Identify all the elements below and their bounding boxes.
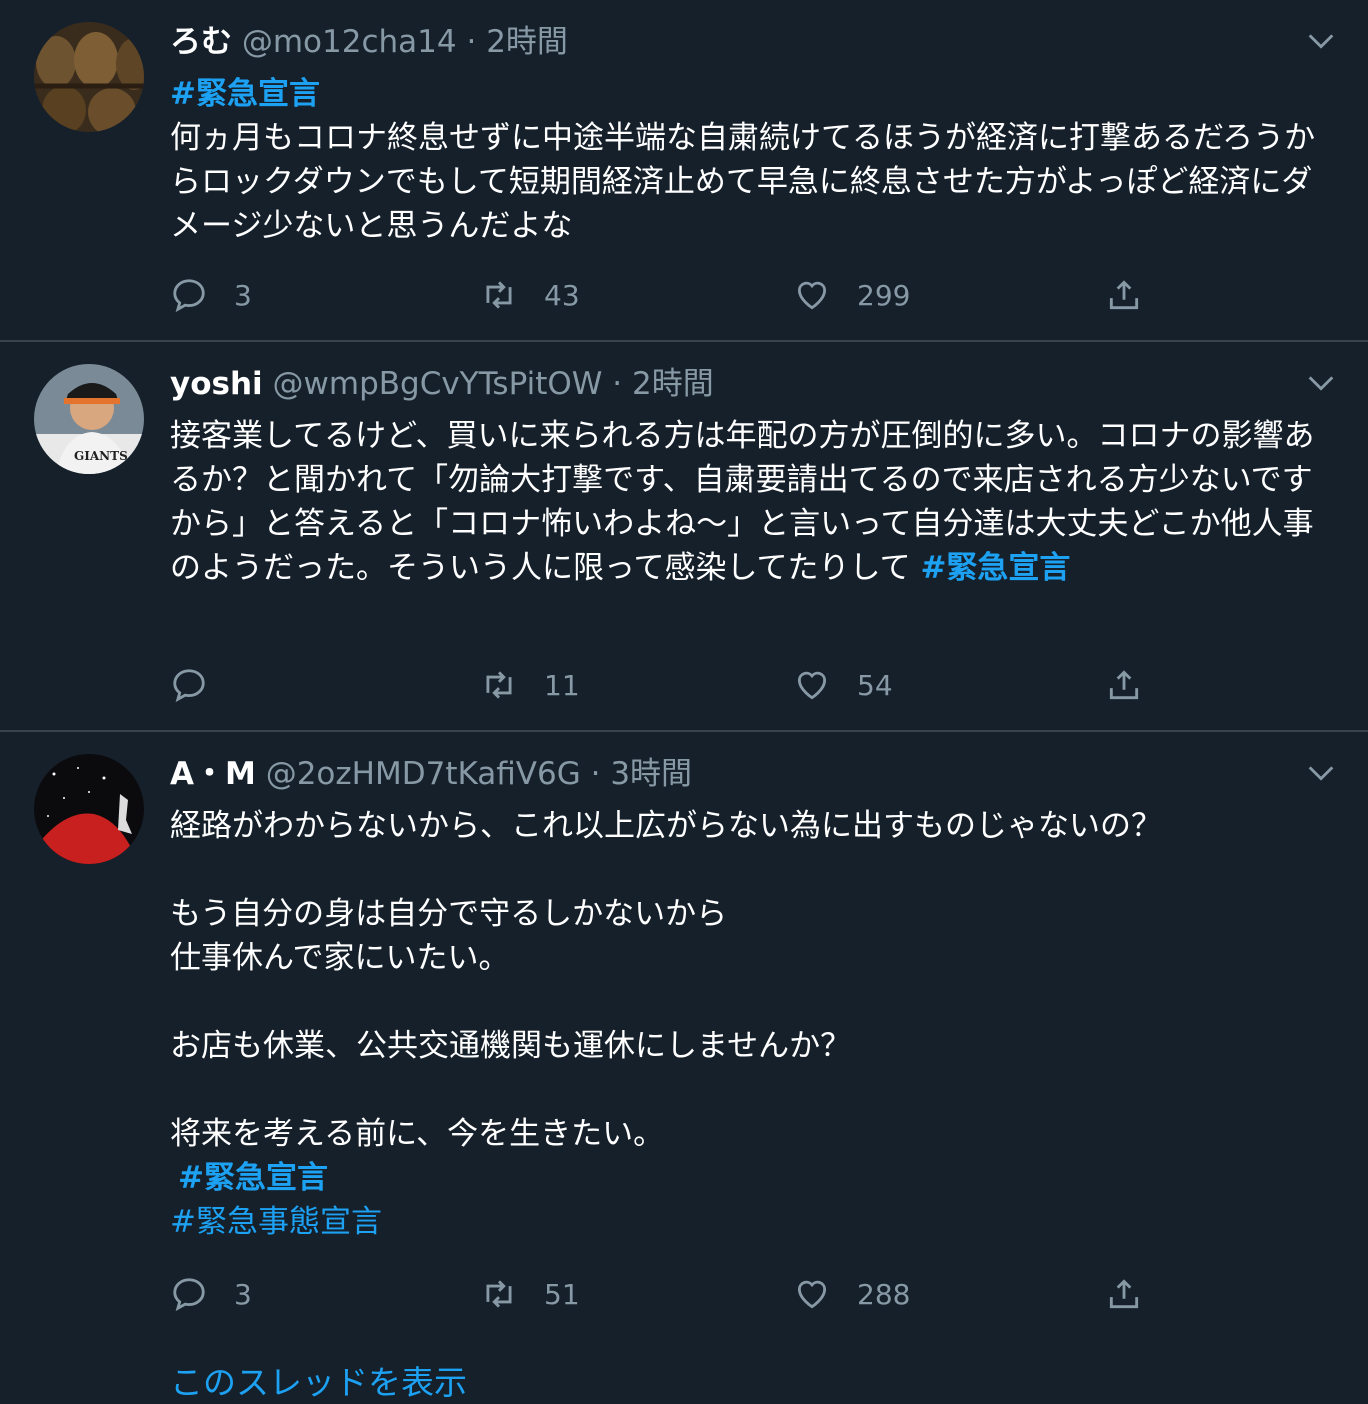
- hashtag-link[interactable]: #緊急事態宣言: [170, 1204, 382, 1240]
- reply-icon: [173, 1278, 205, 1312]
- hashtag-link[interactable]: #緊急宣言: [170, 76, 320, 112]
- tweet-actions: 3 43 299: [170, 275, 1170, 315]
- tweet-line: 仕事休んで家にいたい。: [170, 940, 510, 976]
- reply-count: 3: [234, 278, 252, 312]
- separator: ·: [466, 24, 477, 60]
- tweet-line: お店も休業、公共交通機関も運休にしませんか？: [170, 1028, 852, 1064]
- retweet-button[interactable]: 43: [480, 275, 580, 315]
- retweet-count: 51: [544, 1277, 580, 1311]
- share-button[interactable]: [1105, 275, 1143, 315]
- tweet-line: 将来を考える前に、今を生きたい。: [170, 1116, 665, 1152]
- hashtag-link[interactable]: #緊急宣言: [178, 1160, 328, 1196]
- separator: ·: [590, 756, 601, 792]
- reply-icon: [173, 279, 205, 313]
- retweet-icon: [486, 1280, 512, 1308]
- reply-button[interactable]: 3: [170, 275, 252, 315]
- retweet-button[interactable]: 11: [480, 665, 580, 705]
- retweet-count: 11: [544, 668, 580, 702]
- heart-icon: [797, 1280, 827, 1309]
- heart-icon: [797, 281, 827, 310]
- retweet-icon: [486, 671, 512, 699]
- share-button[interactable]: [1105, 665, 1143, 705]
- share-icon: [1109, 1279, 1139, 1309]
- like-button[interactable]: 288: [793, 1274, 910, 1314]
- separator: ·: [612, 366, 623, 402]
- tweet-text: 経路がわからないから、これ以上広がらない為に出すものじゃないの？ もう自分の身は…: [170, 804, 1335, 1244]
- display-name[interactable]: A・M: [170, 756, 256, 792]
- tweet[interactable]: A・M @2ozHMD7tKafiV6G · 3時間 経路がわからないから、これ…: [0, 732, 1368, 1402]
- tweet[interactable]: ろむ @mo12cha14 · 2時間 #緊急宣言 何ヵ月もコロナ終息せずに中途…: [0, 0, 1368, 342]
- tweet-line: 経路がわからないから、これ以上広がらない為に出すものじゃないの？: [170, 808, 1162, 844]
- like-count: 54: [857, 668, 893, 702]
- share-button[interactable]: [1105, 1274, 1143, 1314]
- timestamp[interactable]: 3時間: [610, 756, 692, 792]
- heart-icon: [797, 671, 827, 700]
- tweet-actions: 11 54: [170, 665, 1170, 705]
- like-button[interactable]: 54: [793, 665, 893, 705]
- chevron-down-icon[interactable]: [1304, 366, 1338, 400]
- svg-text:GIANTS: GIANTS: [74, 449, 128, 463]
- display-name[interactable]: ろむ: [170, 24, 232, 60]
- tweet[interactable]: GIANTS yoshi @wmpBgCvYTsPitOW · 2時間 接客業し…: [0, 342, 1368, 732]
- tweet-body: 何ヵ月もコロナ終息せずに中途半端な自粛続けてるほうが経済に打撃あるだろうからロッ…: [170, 120, 1316, 244]
- reply-button[interactable]: [170, 665, 234, 705]
- like-count: 299: [857, 278, 911, 312]
- user-handle[interactable]: @2ozHMD7tKafiV6G: [266, 756, 581, 792]
- tweet-text: 接客業してるけど、買いに来られる方は年配の方が圧倒的に多い。コロナの影響あるか？…: [170, 414, 1335, 590]
- share-icon: [1109, 280, 1139, 310]
- user-handle[interactable]: @wmpBgCvYTsPitOW: [273, 366, 603, 402]
- show-thread-link[interactable]: このスレッドを表示: [170, 1356, 467, 1404]
- retweet-button[interactable]: 51: [480, 1274, 580, 1314]
- reply-button[interactable]: 3: [170, 1274, 252, 1314]
- chevron-down-icon[interactable]: [1304, 756, 1338, 790]
- like-button[interactable]: 299: [793, 275, 910, 315]
- like-count: 288: [857, 1277, 911, 1311]
- retweet-icon: [486, 281, 512, 309]
- avatar[interactable]: GIANTS: [34, 364, 144, 474]
- tweet-body: 接客業してるけど、買いに来られる方は年配の方が圧倒的に多い。コロナの影響あるか？…: [170, 418, 1315, 586]
- share-icon: [1109, 670, 1139, 700]
- chevron-down-icon[interactable]: [1304, 24, 1338, 58]
- retweet-count: 43: [544, 278, 580, 312]
- avatar[interactable]: [34, 22, 144, 132]
- user-handle[interactable]: @mo12cha14: [242, 24, 457, 60]
- reply-icon: [173, 669, 205, 703]
- reply-count: 3: [234, 1277, 252, 1311]
- hashtag-link[interactable]: #緊急宣言: [920, 550, 1070, 586]
- tweet-text: #緊急宣言 何ヵ月もコロナ終息せずに中途半端な自粛続けてるほうが経済に打撃あるだ…: [170, 72, 1335, 248]
- tweet-line: もう自分の身は自分で守るしかないから: [170, 896, 728, 932]
- timestamp[interactable]: 2時間: [486, 24, 568, 60]
- timestamp[interactable]: 2時間: [632, 366, 714, 402]
- avatar[interactable]: [34, 754, 144, 864]
- display-name[interactable]: yoshi: [170, 366, 263, 402]
- tweet-actions: 3 51 288: [170, 1274, 1170, 1314]
